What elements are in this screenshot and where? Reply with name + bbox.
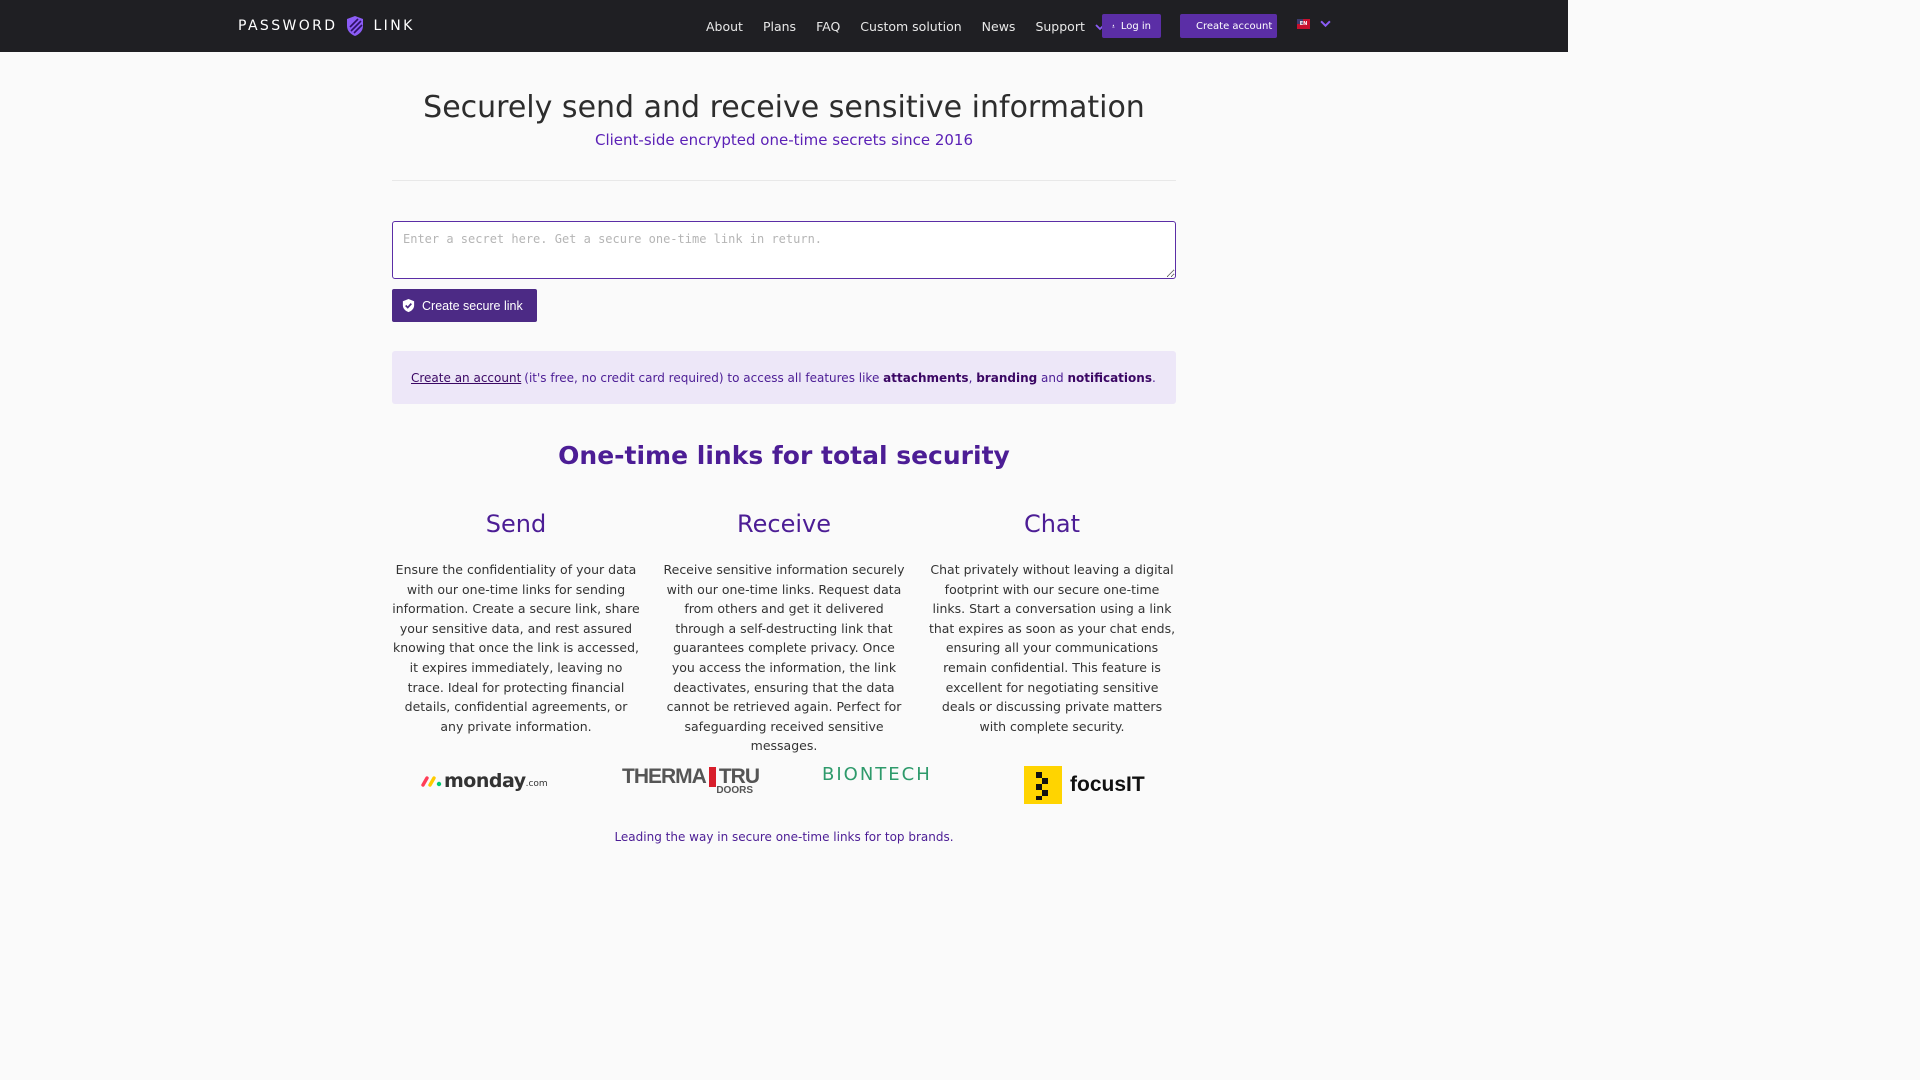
divider	[392, 180, 1176, 181]
create-secure-link-label: Create secure link	[422, 298, 523, 313]
nav-plans[interactable]: Plans	[763, 19, 796, 34]
callout-and: and	[1041, 370, 1064, 385]
secret-input[interactable]	[392, 221, 1176, 279]
brand-text-left: PASSWORD	[238, 18, 338, 34]
focusit-logo: focusIT	[1024, 766, 1145, 804]
nav-faq[interactable]: FAQ	[816, 19, 840, 34]
create-account-button[interactable]: Create account	[1180, 14, 1277, 38]
thermatru-part-a: THERMA	[622, 765, 707, 788]
feature-attachments: attachments	[883, 370, 969, 385]
user-icon	[1112, 24, 1115, 28]
feature-heading: Send	[485, 510, 547, 538]
nav-news[interactable]: News	[982, 19, 1016, 34]
login-button[interactable]: Log in	[1102, 14, 1161, 38]
navbar: PASSWORD LINK About Plans FAQ Custom sol…	[0, 0, 1568, 52]
nav-about[interactable]: About	[706, 19, 743, 34]
nav-custom-solution[interactable]: Custom solution	[860, 19, 961, 34]
shield-logo-icon	[347, 16, 364, 36]
feature-body: Chat privately without leaving a digital…	[928, 562, 1176, 734]
brand-text-right: LINK	[373, 18, 415, 34]
tagline: Leading the way in secure one-time links…	[614, 830, 954, 844]
flag-icon: EN	[1297, 18, 1310, 29]
thermatru-logo: THERMA TRU DOORS	[622, 765, 760, 796]
brand-logos: monday .com THERMA TRU DOORS BIONTECH fo…	[392, 760, 1176, 810]
create-account-label: Create account	[1196, 20, 1273, 32]
chevron-down-icon	[1320, 20, 1331, 28]
thermatru-bar	[708, 767, 716, 787]
create-account-link[interactable]: Create an account	[411, 371, 521, 385]
feature-body: Ensure the confidentiality of your data …	[392, 562, 640, 734]
feature-chat: Chat Chat privately without leaving a di…	[928, 510, 1176, 736]
feature-heading: Chat	[1023, 510, 1081, 538]
feature-branding: branding	[976, 370, 1038, 385]
callout-text: (it's free, no credit card required) to …	[524, 370, 880, 385]
page-title: Securely send and receive sensitive info…	[423, 90, 1145, 125]
feature-notifications: notifications	[1067, 370, 1152, 385]
nav-support[interactable]: Support	[1035, 18, 1105, 34]
callout-period: .	[1151, 370, 1156, 385]
language-selector[interactable]: EN	[1297, 18, 1331, 29]
lang-code: EN	[1299, 20, 1308, 27]
callout-comma: ,	[968, 370, 973, 385]
create-secure-link-button[interactable]: Create secure link	[392, 289, 537, 322]
biontech-logo: BIONTECH	[822, 764, 932, 785]
biontech-wordmark: BIONTECH	[822, 764, 932, 785]
monday-mark-icon	[421, 776, 442, 787]
nav-links: About Plans FAQ Custom solution News Sup…	[706, 0, 1125, 52]
login-label: Log in	[1120, 20, 1151, 32]
focusit-wordmark: focusIT	[1070, 773, 1145, 796]
brand-logo[interactable]: PASSWORD LINK	[238, 14, 415, 38]
thermatru-doors: DOORS	[716, 785, 753, 796]
feature-body: Receive sensitive information securely w…	[663, 562, 905, 754]
monday-wordmark: monday	[444, 770, 526, 792]
feature-send: Send Ensure the confidentiality of your …	[392, 510, 640, 736]
monday-logo: monday .com	[421, 770, 548, 792]
shield-check-icon	[402, 298, 415, 313]
signup-callout: Create an account (it's free, no credit …	[392, 351, 1176, 404]
page-subtitle: Client-side encrypted one-time secrets s…	[595, 131, 973, 149]
nav-support-label: Support	[1035, 18, 1085, 34]
feature-receive: Receive Receive sensitive information se…	[660, 510, 908, 756]
feature-heading: Receive	[737, 510, 831, 538]
focusit-mark-icon	[1024, 766, 1062, 804]
section-title: One-time links for total security	[558, 441, 1010, 470]
monday-suffix: .com	[525, 779, 548, 789]
